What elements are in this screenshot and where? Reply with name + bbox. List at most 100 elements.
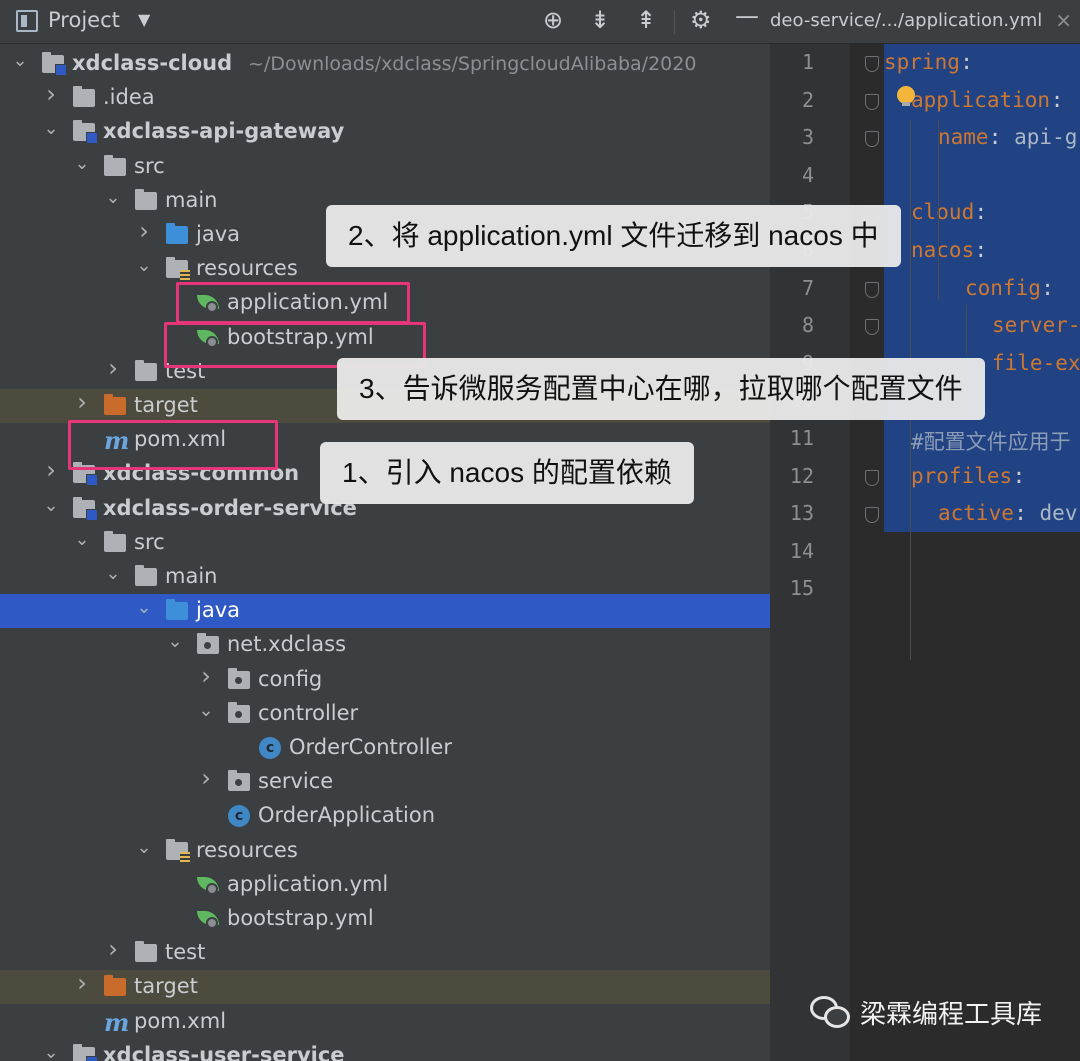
yaml-colon: : bbox=[960, 50, 973, 74]
tree-node[interactable]: m pom.xml bbox=[0, 1005, 770, 1039]
chevron-down-icon[interactable]: ⌄ bbox=[134, 837, 154, 858]
chevron-down-icon[interactable]: ⌄ bbox=[72, 529, 92, 550]
tree-node[interactable]: › service bbox=[0, 764, 770, 799]
tree-node[interactable]: c OrderController bbox=[0, 731, 770, 765]
line-number: 7 bbox=[801, 275, 814, 300]
fold-marker-icon[interactable] bbox=[865, 507, 879, 524]
chevron-right-icon[interactable]: › bbox=[41, 456, 61, 484]
line-number: 14 bbox=[789, 538, 814, 563]
source-folder-icon bbox=[166, 599, 188, 621]
editor-tab-title[interactable]: deo-service/.../application.yml bbox=[770, 10, 1042, 31]
tree-node[interactable]: ⌄ controller bbox=[0, 697, 770, 731]
tree-node-label: OrderApplication bbox=[258, 803, 436, 828]
tree-node[interactable]: ⌄ resources bbox=[0, 834, 770, 868]
chevron-right-icon[interactable]: › bbox=[72, 969, 92, 997]
chevron-down-icon[interactable]: ⌄ bbox=[134, 597, 154, 618]
collapse-all-icon[interactable]: ⇞ bbox=[636, 6, 656, 34]
yaml-key: application bbox=[911, 87, 1051, 112]
tree-node[interactable]: c OrderApplication bbox=[0, 799, 770, 833]
chevron-down-icon[interactable]: ▼ bbox=[138, 10, 150, 29]
tree-node[interactable]: ⌄ xdclass-user-service bbox=[0, 1039, 770, 1061]
watermark: 梁霖编程工具库 bbox=[810, 990, 1042, 1034]
tree-node-label: net.xdclass bbox=[227, 632, 347, 657]
lightbulb-icon[interactable] bbox=[897, 86, 915, 106]
yaml-colon: : bbox=[1012, 463, 1026, 488]
chevron-down-icon[interactable]: ⌄ bbox=[72, 153, 92, 174]
tree-node-label: java bbox=[196, 598, 240, 623]
chevron-right-icon[interactable]: › bbox=[72, 388, 92, 416]
gear-icon[interactable]: ⚙ bbox=[690, 6, 712, 34]
tree-node[interactable]: ⌄ src bbox=[0, 526, 770, 560]
chevron-down-icon[interactable]: ⌄ bbox=[103, 187, 123, 208]
line-number: 8 bbox=[801, 313, 814, 338]
line-number-gutter: 123456789101112131415 bbox=[770, 44, 850, 1061]
tree-node[interactable]: › target bbox=[0, 969, 770, 1005]
chevron-right-icon[interactable]: › bbox=[103, 354, 123, 382]
chevron-right-icon[interactable]: › bbox=[103, 935, 123, 963]
tree-node[interactable]: bootstrap.yml bbox=[0, 902, 770, 936]
chevron-down-icon[interactable]: ⌄ bbox=[165, 631, 185, 652]
project-view-selector[interactable]: Project bbox=[48, 8, 120, 32]
yaml-key: active bbox=[938, 501, 1014, 526]
chevron-down-icon[interactable]: ⌄ bbox=[103, 563, 123, 584]
chevron-right-icon[interactable]: › bbox=[134, 217, 154, 245]
spring-boot-class-icon: c bbox=[228, 805, 250, 828]
yaml-colon: : bbox=[1014, 501, 1027, 526]
line-number: 4 bbox=[801, 162, 814, 187]
chevron-down-icon[interactable]: ⌄ bbox=[41, 1042, 61, 1061]
chevron-down-icon[interactable]: ⌄ bbox=[134, 255, 154, 276]
minimize-icon[interactable]: — bbox=[735, 2, 759, 30]
close-icon[interactable]: × bbox=[1055, 8, 1072, 32]
fold-marker-icon[interactable] bbox=[865, 93, 879, 110]
tree-node[interactable]: ⌄ xdclass-api-gateway bbox=[0, 115, 770, 149]
resources-folder-icon bbox=[166, 257, 190, 281]
chevron-down-icon[interactable]: ⌄ bbox=[196, 700, 216, 721]
fold-marker-icon[interactable] bbox=[865, 56, 879, 72]
tree-node[interactable]: ⌄ main bbox=[0, 560, 770, 594]
tree-node[interactable]: ⌄ net.xdclass bbox=[0, 628, 770, 662]
yaml-value: dev bbox=[1026, 501, 1078, 526]
chevron-down-icon[interactable]: ⌄ bbox=[41, 118, 61, 139]
editor-tab[interactable]: deo-service/.../application.yml × bbox=[770, 0, 1080, 44]
tree-node-label: pom.xml bbox=[134, 1008, 227, 1033]
tree-node[interactable]: › test bbox=[0, 935, 770, 970]
tree-node[interactable]: › .idea bbox=[0, 80, 770, 115]
chevron-right-icon[interactable]: › bbox=[196, 662, 216, 690]
tree-node[interactable]: ⌄ xdclass-cloud ~/Downloads/xdclass/Spring… bbox=[0, 47, 770, 81]
module-folder-icon bbox=[73, 496, 98, 521]
yaml-colon: : bbox=[1050, 87, 1064, 112]
tree-node[interactable]: application.yml bbox=[0, 868, 770, 902]
fold-marker-icon[interactable] bbox=[865, 469, 879, 486]
tree-node-label: service bbox=[258, 769, 334, 794]
fold-marker-icon[interactable] bbox=[865, 131, 879, 148]
yaml-colon: : bbox=[988, 125, 1002, 150]
line-number: 11 bbox=[789, 426, 814, 450]
tree-node-label: resources bbox=[196, 256, 298, 281]
line-number: 2 bbox=[801, 87, 814, 112]
expand-all-icon[interactable]: ⇟ bbox=[590, 6, 610, 34]
callout-step-1: 1、引入 nacos 的配置依赖 bbox=[320, 442, 694, 504]
chevron-down-icon[interactable]: ⌄ bbox=[10, 50, 30, 71]
chevron-right-icon[interactable]: › bbox=[196, 764, 216, 792]
package-icon bbox=[228, 667, 250, 689]
module-folder-icon bbox=[42, 52, 67, 76]
crosshair-icon[interactable]: ⊕ bbox=[543, 6, 563, 34]
line-number: 3 bbox=[801, 125, 814, 150]
yaml-key: config bbox=[965, 275, 1041, 300]
tree-node[interactable]: ⌄ java bbox=[0, 594, 770, 629]
tree-node-label: controller bbox=[258, 700, 359, 725]
folder-icon bbox=[104, 154, 126, 176]
tree-node[interactable]: › config bbox=[0, 662, 770, 697]
fold-marker-icon[interactable] bbox=[865, 281, 879, 298]
fold-marker-icon[interactable] bbox=[865, 319, 879, 336]
folder-icon bbox=[135, 941, 157, 963]
chevron-right-icon[interactable]: › bbox=[41, 80, 61, 108]
spring-yml-icon bbox=[197, 909, 221, 929]
resources-folder-icon bbox=[166, 838, 190, 862]
folder-icon bbox=[104, 530, 126, 552]
tree-node[interactable]: ⌄ src bbox=[0, 150, 770, 184]
folder-icon bbox=[73, 86, 95, 108]
project-panel-header: Project ▼ ⊕ ⇟ ⇞ ⚙ — bbox=[0, 0, 770, 44]
indent-guide bbox=[966, 305, 967, 355]
chevron-down-icon[interactable]: ⌄ bbox=[41, 495, 61, 516]
